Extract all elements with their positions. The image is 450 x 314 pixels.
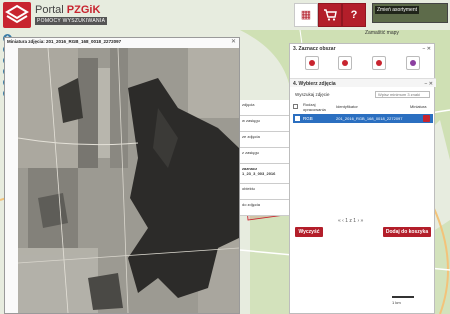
photo-preview-window[interactable]: Miniatura zdjęcia: 201_2016_RGB_168_0018… [4, 37, 240, 314]
search-label: Wyszukaj zdjęcie [295, 92, 330, 97]
column-header-type[interactable]: Rodzaj opracowania [303, 102, 329, 112]
layers-icon: ▦ [300, 9, 312, 21]
logo-icon[interactable] [3, 2, 31, 28]
table-row[interactable]: RGB 201_2016_RGB_168_0018_2272097 [293, 114, 433, 123]
row-id: 201_2016_RGB_168_0018_2272097 [336, 116, 403, 121]
section-select-area-header[interactable]: 3. Zaznacz obszar − ✕ [290, 44, 434, 53]
section-controls[interactable]: − ✕ [423, 46, 432, 52]
clear-button[interactable]: Wyczyść [295, 227, 323, 237]
help-icon: ? [350, 9, 358, 21]
import-area-icon[interactable] [406, 56, 420, 70]
change-assortment-label: Zmień asortyment [375, 6, 420, 14]
help-button[interactable]: ? [342, 3, 366, 27]
aerial-photo-image [18, 48, 239, 313]
select-all-checkbox[interactable] [293, 104, 298, 109]
column-header-id[interactable]: Identyfikator [336, 104, 358, 109]
section-select-photos-title: 4. Wybierz zdjęcia [293, 81, 336, 87]
list-item[interactable]: zaznacz 1_23_3_003_2016 [239, 164, 291, 184]
pagination[interactable]: « ‹ 1 z 1 › » [338, 218, 363, 224]
cart-button[interactable] [318, 3, 342, 27]
list-item[interactable]: zdjęcia [239, 100, 291, 116]
section-select-area-title: 3. Zaznacz obszar [293, 46, 336, 52]
section-select-photos-header[interactable]: 4. Wybierz zdjęcia − ✕ [290, 78, 436, 87]
list-item[interactable]: z zasięgu [239, 148, 291, 164]
row-checkbox[interactable] [295, 116, 300, 121]
layers-button[interactable]: ▦ [294, 3, 318, 27]
section-controls[interactable]: − ✕ [425, 81, 434, 87]
draw-rectangle-icon[interactable] [338, 56, 352, 70]
draw-circle-icon[interactable] [372, 56, 386, 70]
change-assortment-button[interactable]: Zmień asortyment [372, 3, 448, 23]
cart-icon [324, 9, 337, 21]
header: Portal PZGiK POMOCY WYSZUKIWANIA ▦ ? Zmi… [0, 0, 450, 36]
list-item[interactable]: ze zdjęcia [239, 132, 291, 148]
table-header: Rodzaj opracowania Identyfikator Miniatu… [293, 102, 433, 112]
column-header-thumbnail: Miniatura [410, 104, 427, 109]
scale-bar [392, 296, 414, 298]
scale-label: 1 km [392, 300, 401, 305]
area-tools [290, 56, 436, 72]
close-icon[interactable]: ✕ [231, 38, 236, 45]
add-to-cart-button[interactable]: Dodaj do koszyka [383, 227, 431, 237]
list-item[interactable]: obiektu [239, 184, 291, 200]
row-type: RGB [303, 116, 313, 121]
draw-polygon-icon[interactable] [305, 56, 319, 70]
app-subtitle: POMOCY WYSZUKIWANIA [35, 17, 108, 25]
right-panel: 3. Zaznacz obszar − ✕ 4. Wybierz zdjęcia… [289, 43, 436, 314]
thumbnail-icon[interactable] [423, 115, 430, 122]
preview-title: Miniatura zdjęcia: 201_2016_RGB_168_0018… [7, 39, 122, 44]
list-item[interactable]: do zdjęcia [239, 200, 291, 216]
list-item[interactable]: w zasięgu [239, 116, 291, 132]
app-title: Portal PZGiK [35, 4, 101, 16]
feature-list: zdjęcia w zasięgu ze zdjęcia z zasięgu z… [239, 100, 291, 216]
search-input[interactable] [375, 91, 430, 98]
collapse-map-link[interactable]: Zamaštić mapy [365, 30, 399, 36]
